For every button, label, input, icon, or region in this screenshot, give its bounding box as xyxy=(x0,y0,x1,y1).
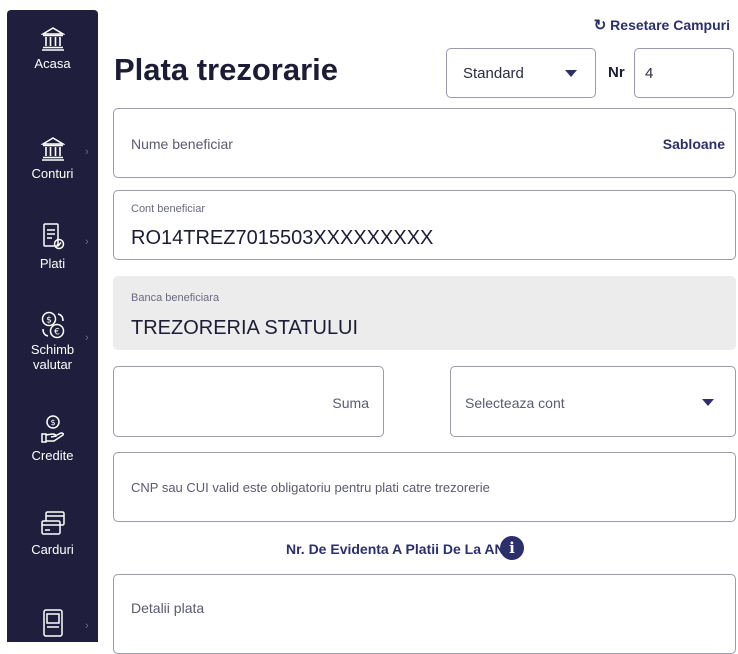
sidebar-item-label: Schimb valutar xyxy=(30,342,75,372)
sidebar-item-carduri[interactable]: Carduri xyxy=(7,510,98,557)
sidebar-item-plati[interactable]: Plati › xyxy=(7,222,98,271)
sidebar-item-label: Acasa xyxy=(34,56,71,71)
info-icon[interactable]: i xyxy=(500,536,524,560)
payment-document-icon xyxy=(42,223,64,250)
payment-type-value: Standard xyxy=(463,65,524,82)
payment-form: ↻ Resetare Campuri Plata trezorarie Stan… xyxy=(98,0,738,654)
source-account-select[interactable]: Selecteaza cont xyxy=(450,366,736,437)
currency-exchange-icon: $ € xyxy=(41,311,64,339)
sidebar-item-acasa[interactable]: Acasa xyxy=(7,26,98,71)
beneficiary-account-value: RO14TREZ7015503XXXXXXXXX xyxy=(131,227,434,249)
reset-fields-label: Resetare Campuri xyxy=(610,17,730,33)
beneficiary-bank-field: Banca beneficiara TREZORERIA STATULUI xyxy=(113,276,736,350)
templates-link[interactable]: Sabloane xyxy=(663,136,725,152)
chevron-right-icon: › xyxy=(85,620,89,632)
beneficiary-account-label: Cont beneficiar xyxy=(131,203,205,215)
svg-text:$: $ xyxy=(46,316,52,326)
sidebar: Acasa Conturi › Plati › $ € Schimb valut… xyxy=(0,0,98,642)
payment-details-input[interactable]: Detalii plata xyxy=(113,574,736,654)
beneficiary-bank-value: TREZORERIA STATULUI xyxy=(131,317,359,339)
sidebar-item-label: Conturi xyxy=(31,166,74,181)
cnp-cui-input[interactable]: CNP sau CUI valid este obligatoriu pentr… xyxy=(113,452,736,522)
dropdown-caret-icon xyxy=(702,399,714,406)
page-title: Plata trezorarie xyxy=(114,52,338,87)
payment-details-placeholder: Detalii plata xyxy=(131,600,205,616)
beneficiary-name-field[interactable]: Nume beneficiar Sabloane xyxy=(113,108,736,178)
sidebar-item-label: Credite xyxy=(31,448,74,463)
sidebar-item-schimb-valutar[interactable]: $ € Schimb valutar › xyxy=(7,310,98,372)
anaf-number-label: Nr. De Evidenta A Platii De La ANAF xyxy=(286,541,524,557)
nr-input[interactable]: 4 xyxy=(634,48,734,98)
chevron-right-icon: › xyxy=(85,236,89,248)
cnp-cui-placeholder: CNP sau CUI valid este obligatoriu pentr… xyxy=(131,480,490,495)
cards-icon xyxy=(40,511,65,535)
chevron-right-icon: › xyxy=(85,146,89,158)
beneficiary-bank-label: Banca beneficiara xyxy=(131,292,220,304)
svg-text:$: $ xyxy=(50,418,55,427)
sidebar-item-label: Plati xyxy=(39,256,66,271)
dropdown-caret-icon xyxy=(565,70,577,77)
payment-type-select[interactable]: Standard xyxy=(446,48,596,98)
sidebar-item-credite[interactable]: $ Credite xyxy=(7,414,98,463)
nr-label: Nr xyxy=(608,64,625,81)
sidebar-item-device[interactable]: › xyxy=(7,608,98,638)
amount-placeholder: Suma xyxy=(332,395,369,411)
credit-hand-coin-icon: $ xyxy=(40,415,64,443)
nr-value: 4 xyxy=(645,65,654,82)
beneficiary-name-placeholder: Nume beneficiar xyxy=(131,136,233,152)
reset-fields-button[interactable]: ↻ Resetare Campuri xyxy=(594,16,730,34)
bank-icon xyxy=(40,137,65,161)
source-account-placeholder: Selecteaza cont xyxy=(465,395,565,411)
svg-text:€: € xyxy=(54,328,60,338)
beneficiary-account-field[interactable]: Cont beneficiar RO14TREZ7015503XXXXXXXXX xyxy=(113,190,736,260)
amount-input[interactable]: Suma xyxy=(113,366,384,437)
bank-icon xyxy=(40,27,65,51)
sidebar-item-label: Carduri xyxy=(31,542,74,557)
chevron-right-icon: › xyxy=(85,332,89,344)
sidebar-item-conturi[interactable]: Conturi › xyxy=(7,136,98,181)
refresh-icon: ↻ xyxy=(593,17,607,34)
device-icon xyxy=(42,609,63,637)
